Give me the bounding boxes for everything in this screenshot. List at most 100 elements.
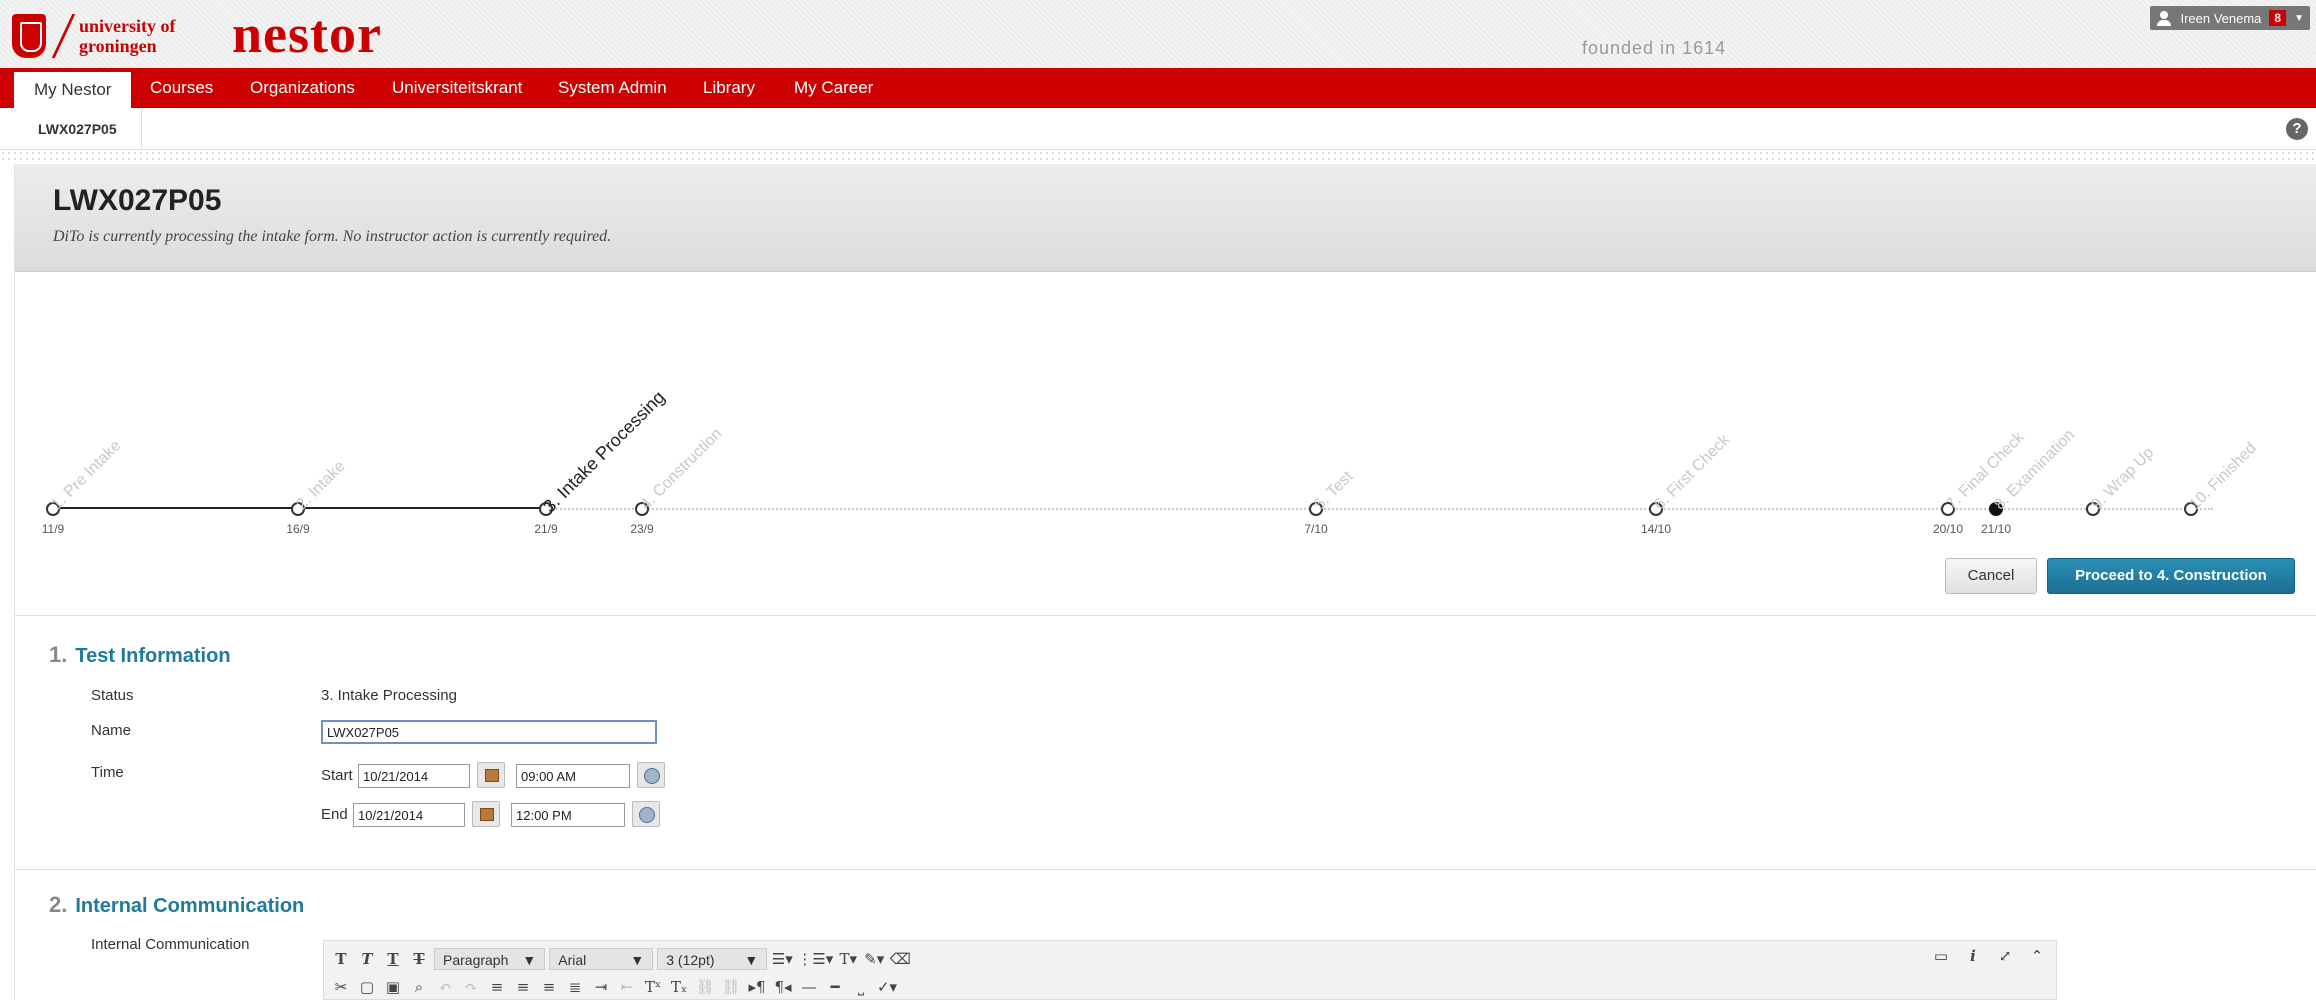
timeline-label-1: 1. Pre Intake (48, 437, 125, 514)
notification-badge[interactable]: 8 (2269, 10, 2287, 26)
paragraph-format-select[interactable]: Paragraph ▼ (434, 948, 546, 970)
undo-icon[interactable]: ↶ (434, 975, 456, 999)
preview-icon[interactable]: ▭ (1930, 944, 1952, 968)
timeline-date-8: 21/10 (1980, 522, 2012, 536)
eraser-icon[interactable]: ⌫ (889, 947, 911, 971)
timeline-label-9: 9. Wrap Up (2088, 444, 2158, 514)
timeline-date-5: 7/10 (1304, 522, 1328, 536)
brand-name[interactable]: nestor (232, 4, 382, 64)
user-icon (2156, 10, 2172, 26)
university-name: university of groningen (79, 16, 176, 56)
info-icon[interactable]: i (1962, 944, 1984, 968)
underline-icon[interactable]: T (382, 947, 404, 971)
fullscreen-icon[interactable]: ⤢ (1994, 944, 2016, 968)
paragraph-format-value: Paragraph (443, 952, 509, 968)
chevron-down-icon: ▼ (522, 952, 537, 968)
nav-library[interactable]: Library (703, 68, 755, 108)
calendar-icon[interactable] (477, 762, 505, 788)
university-logo[interactable]: university of groningen (12, 12, 176, 60)
align-justify-icon[interactable]: ≣ (564, 975, 586, 999)
clock-icon[interactable] (632, 801, 660, 827)
status-label: Status (91, 687, 134, 704)
spellcheck-icon[interactable]: ✓▾ (876, 975, 898, 999)
cut-icon[interactable]: ✂ (330, 975, 352, 999)
nonbreaking-space-icon[interactable]: ⎵ (850, 975, 872, 999)
name-input[interactable] (321, 720, 657, 744)
start-time-input[interactable] (516, 764, 630, 788)
toolbar-right-icons: ▭ i ⤢ ⌃ (1930, 944, 2048, 968)
internal-communication-label: Internal Communication (91, 936, 250, 953)
timeline-label-2: 2. Intake (293, 457, 349, 514)
numbered-list-icon[interactable]: ⋮☰▾ (797, 947, 833, 971)
collapse-icon[interactable]: ⌃ (2026, 944, 2048, 968)
founded-text: founded in 1614 (1582, 38, 1727, 58)
timeline-date-6: 14/10 (1640, 522, 1672, 536)
ltr-icon[interactable]: ▸¶ (746, 975, 768, 999)
university-line1: university of (79, 16, 176, 36)
nav-organizations[interactable]: Organizations (250, 68, 355, 108)
nav-courses[interactable]: Courses (150, 68, 213, 108)
end-label: End (321, 806, 348, 823)
font-size-select[interactable]: 3 (12pt) ▼ (657, 948, 768, 970)
find-icon[interactable]: ⌕ (408, 975, 430, 999)
page-title: LWX027P05 (53, 184, 222, 217)
main-nav: My Nestor Courses Organizations Universi… (0, 68, 2316, 108)
unlink-icon[interactable]: ⛓ (720, 975, 742, 999)
chevron-down-icon: ▼ (630, 952, 645, 968)
redo-icon[interactable]: ↷ (460, 975, 482, 999)
timeline-label-4: 4. Construction (637, 425, 726, 514)
end-date-input[interactable] (353, 803, 465, 827)
outdent-icon[interactable]: ⇤ (616, 975, 638, 999)
strikethrough-icon[interactable]: T (408, 947, 430, 971)
bullet-list-icon[interactable]: ☰▾ (771, 947, 793, 971)
nav-my-career[interactable]: My Career (794, 68, 873, 108)
user-menu[interactable]: Ireen Venema 8 ▼ (2150, 6, 2310, 30)
timeline-date-2: 16/9 (286, 522, 310, 536)
align-right-icon[interactable]: ≡ (538, 975, 560, 999)
font-family-select[interactable]: Arial ▼ (549, 948, 654, 970)
clock-icon[interactable] (637, 762, 665, 788)
text-color-icon[interactable]: T▾ (837, 947, 859, 971)
copy-icon[interactable]: ▢ (356, 975, 378, 999)
timeline-date-3: 21/9 (534, 522, 558, 536)
toolbar-row-1: T T T T Paragraph ▼ Arial ▼ 3 (12pt) ▼ ☰▾ ⋮… (324, 944, 911, 974)
horizontal-rule-icon[interactable]: — (798, 975, 820, 999)
align-center-icon[interactable]: ≡ (512, 975, 534, 999)
nav-system-admin[interactable]: System Admin (558, 68, 667, 108)
nav-my-nestor[interactable]: My Nestor (14, 72, 132, 108)
superscript-icon[interactable]: Tˣ (642, 975, 664, 999)
thick-rule-icon[interactable]: ━ (824, 975, 846, 999)
timeline-date-7: 20/10 (1932, 522, 1964, 536)
help-icon[interactable]: ? (2286, 118, 2308, 140)
section-divider-2 (15, 869, 2316, 870)
start-label: Start (321, 767, 353, 784)
timeline-label-6: 6. First Check (1651, 431, 1734, 514)
nav-universiteitskrant[interactable]: Universiteitskrant (392, 68, 522, 108)
logo-slash (51, 14, 76, 58)
timeline-pending-line (553, 508, 2213, 510)
course-tab[interactable]: LWX027P05 (14, 108, 142, 150)
cancel-button[interactable]: Cancel (1945, 558, 2037, 594)
section-number: 2. (49, 892, 68, 917)
subscript-icon[interactable]: Tₓ (668, 975, 690, 999)
toolbar-row-2: ✂ ▢ ▣ ⌕ ↶ ↷ ≡ ≡ ≡ ≣ ⇥ ⇤ Tˣ Tₓ ⛓ ⛓ ▸¶ ¶◂ … (324, 972, 898, 1000)
italic-icon[interactable]: T (356, 947, 378, 971)
chevron-down-icon[interactable]: ▼ (2294, 13, 2304, 24)
rtl-icon[interactable]: ¶◂ (772, 975, 794, 999)
calendar-icon[interactable] (472, 801, 500, 827)
bold-icon[interactable]: T (330, 947, 352, 971)
timeline-date-1: 11/9 (41, 522, 65, 536)
highlight-icon[interactable]: ✎▾ (863, 947, 885, 971)
section-number: 1. (49, 642, 68, 667)
timeline-label-10: 10. Finished (2186, 439, 2260, 514)
indent-icon[interactable]: ⇥ (590, 975, 612, 999)
end-time-input[interactable] (511, 803, 625, 827)
content-area: LWX027P05 DiTo is currently processing t… (14, 164, 2316, 1000)
proceed-button[interactable]: Proceed to 4. Construction (2047, 558, 2295, 594)
dotted-separator (0, 150, 2316, 164)
section-internal-communication: 2. Internal Communication (49, 892, 304, 918)
link-icon[interactable]: ⛓ (694, 975, 716, 999)
align-left-icon[interactable]: ≡ (486, 975, 508, 999)
paste-icon[interactable]: ▣ (382, 975, 404, 999)
start-date-input[interactable] (358, 764, 470, 788)
